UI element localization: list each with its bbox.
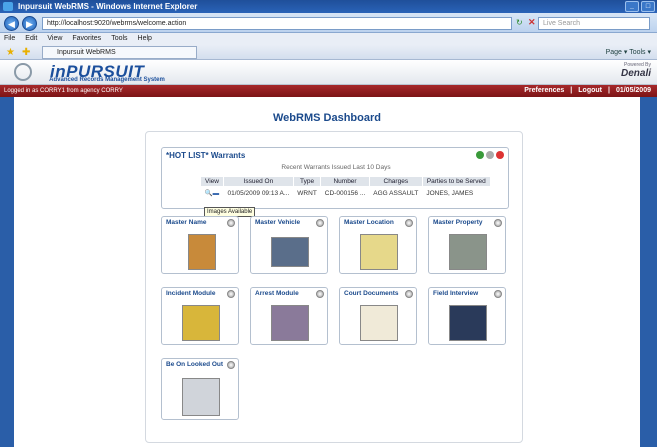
menu-file[interactable]: File (4, 35, 15, 45)
menu-tools[interactable]: Tools (111, 35, 127, 45)
url-field[interactable]: http://localhost:9020/webrms/welcome.act… (42, 17, 512, 30)
module-master-name[interactable]: Master Name (161, 216, 239, 274)
menu-help[interactable]: Help (138, 35, 152, 45)
address-bar: ◀ ▶ http://localhost:9020/webrms/welcome… (0, 13, 657, 33)
gear-icon[interactable] (405, 219, 413, 227)
module-field-interview[interactable]: Field Interview (428, 287, 506, 345)
gear-icon[interactable] (494, 290, 502, 298)
search-input[interactable]: Live Search (538, 17, 650, 30)
page-title: WebRMS Dashboard (273, 112, 381, 124)
gear-icon[interactable] (316, 219, 324, 227)
window-title: Inpursuit WebRMS - Windows Internet Expl… (18, 2, 198, 11)
hotlist-title: *HOT LIST* Warrants (166, 151, 246, 160)
hotlist-subtitle: Recent Warrants Issued Last 10 Days (281, 164, 391, 171)
logged-in-text: Logged in as CORRY1 from agency CORRY (4, 88, 123, 94)
gear-icon[interactable] (486, 151, 494, 159)
gear-icon[interactable] (405, 290, 413, 298)
user-bar: Logged in as CORRY1 from agency CORRY Pr… (0, 85, 657, 97)
scanner-icon (182, 378, 220, 416)
gear-icon[interactable] (227, 290, 235, 298)
logo-subtitle: Advanced Records Management System (49, 77, 165, 83)
scales-icon (360, 305, 398, 341)
images-icon[interactable]: ▬ (213, 190, 220, 197)
stop-icon[interactable]: ✕ (528, 17, 536, 28)
close-icon[interactable] (496, 151, 504, 159)
partner-logo: Denali (620, 68, 651, 79)
arrest-icon (271, 305, 309, 341)
address-book-icon (188, 234, 216, 270)
col-parties[interactable]: Parties to be Served (421, 176, 491, 187)
tab-bar: ★ ✚ Inpursuit WebRMS Page ▾ Tools ▾ (0, 45, 657, 60)
menu-edit[interactable]: Edit (25, 35, 37, 45)
table-row[interactable]: 🔍▬ 01/05/2009 09:13 A... WRNT CD-000156 … (201, 187, 491, 200)
col-charges[interactable]: Charges (368, 176, 423, 187)
module-court-documents[interactable]: Court Documents (339, 287, 417, 345)
ie-icon (3, 2, 13, 11)
officers-icon (449, 305, 487, 341)
col-view[interactable]: View (200, 176, 224, 187)
module-master-location[interactable]: Master Location (339, 216, 417, 274)
menu-favorites[interactable]: Favorites (72, 35, 101, 45)
back-button[interactable]: ◀ (4, 16, 19, 31)
col-type[interactable]: Type (292, 176, 322, 187)
page-tools[interactable]: Page ▾ Tools ▾ (606, 48, 651, 56)
module-incident[interactable]: Incident Module (161, 287, 239, 345)
add-favorite-icon[interactable]: ✚ (22, 47, 30, 58)
hotlist-panel: *HOT LIST* Warrants Recent Warrants Issu… (161, 147, 509, 209)
module-master-property[interactable]: Master Property (428, 216, 506, 274)
dashboard-panel: *HOT LIST* Warrants Recent Warrants Issu… (145, 131, 523, 443)
shelves-icon (449, 234, 487, 270)
col-number[interactable]: Number (320, 176, 370, 187)
gear-icon[interactable] (227, 361, 235, 369)
refresh-icon[interactable]: ↻ (516, 18, 523, 27)
logout-link[interactable]: Logout (578, 87, 602, 94)
tab-inpursuit[interactable]: Inpursuit WebRMS (42, 46, 197, 59)
module-arrest[interactable]: Arrest Module (250, 287, 328, 345)
refresh-icon[interactable] (476, 151, 484, 159)
menu-view[interactable]: View (47, 35, 62, 45)
window-title-bar: Inpursuit WebRMS - Windows Internet Expl… (0, 0, 657, 13)
maximize-button[interactable]: □ (641, 1, 655, 12)
preferences-link[interactable]: Preferences (524, 87, 564, 94)
app-header: inPURSUIT Advanced Records Management Sy… (0, 60, 657, 85)
module-bolo[interactable]: Be On Looked Out (161, 358, 239, 420)
favorites-star-icon[interactable]: ★ (6, 47, 15, 58)
current-date: 01/05/2009 (615, 87, 651, 94)
gear-icon[interactable] (227, 219, 235, 227)
gear-icon[interactable] (494, 219, 502, 227)
page-content: WebRMS Dashboard *HOT LIST* Warrants Rec… (14, 97, 640, 447)
police-line-icon (182, 305, 220, 341)
view-record-icon[interactable]: 🔍 (205, 190, 213, 197)
module-master-vehicle[interactable]: Master Vehicle (250, 216, 328, 274)
forward-button[interactable]: ▶ (22, 16, 37, 31)
magnifier-logo-icon (14, 63, 32, 81)
menu-bar: File Edit View Favorites Tools Help (0, 33, 657, 45)
map-icon (360, 234, 398, 270)
gear-icon[interactable] (316, 290, 324, 298)
minimize-button[interactable]: _ (625, 1, 639, 12)
col-issued[interactable]: Issued On (222, 176, 294, 187)
warrants-table: View Issued On Type Number Charges Parti… (200, 176, 491, 199)
car-icon (271, 237, 309, 267)
